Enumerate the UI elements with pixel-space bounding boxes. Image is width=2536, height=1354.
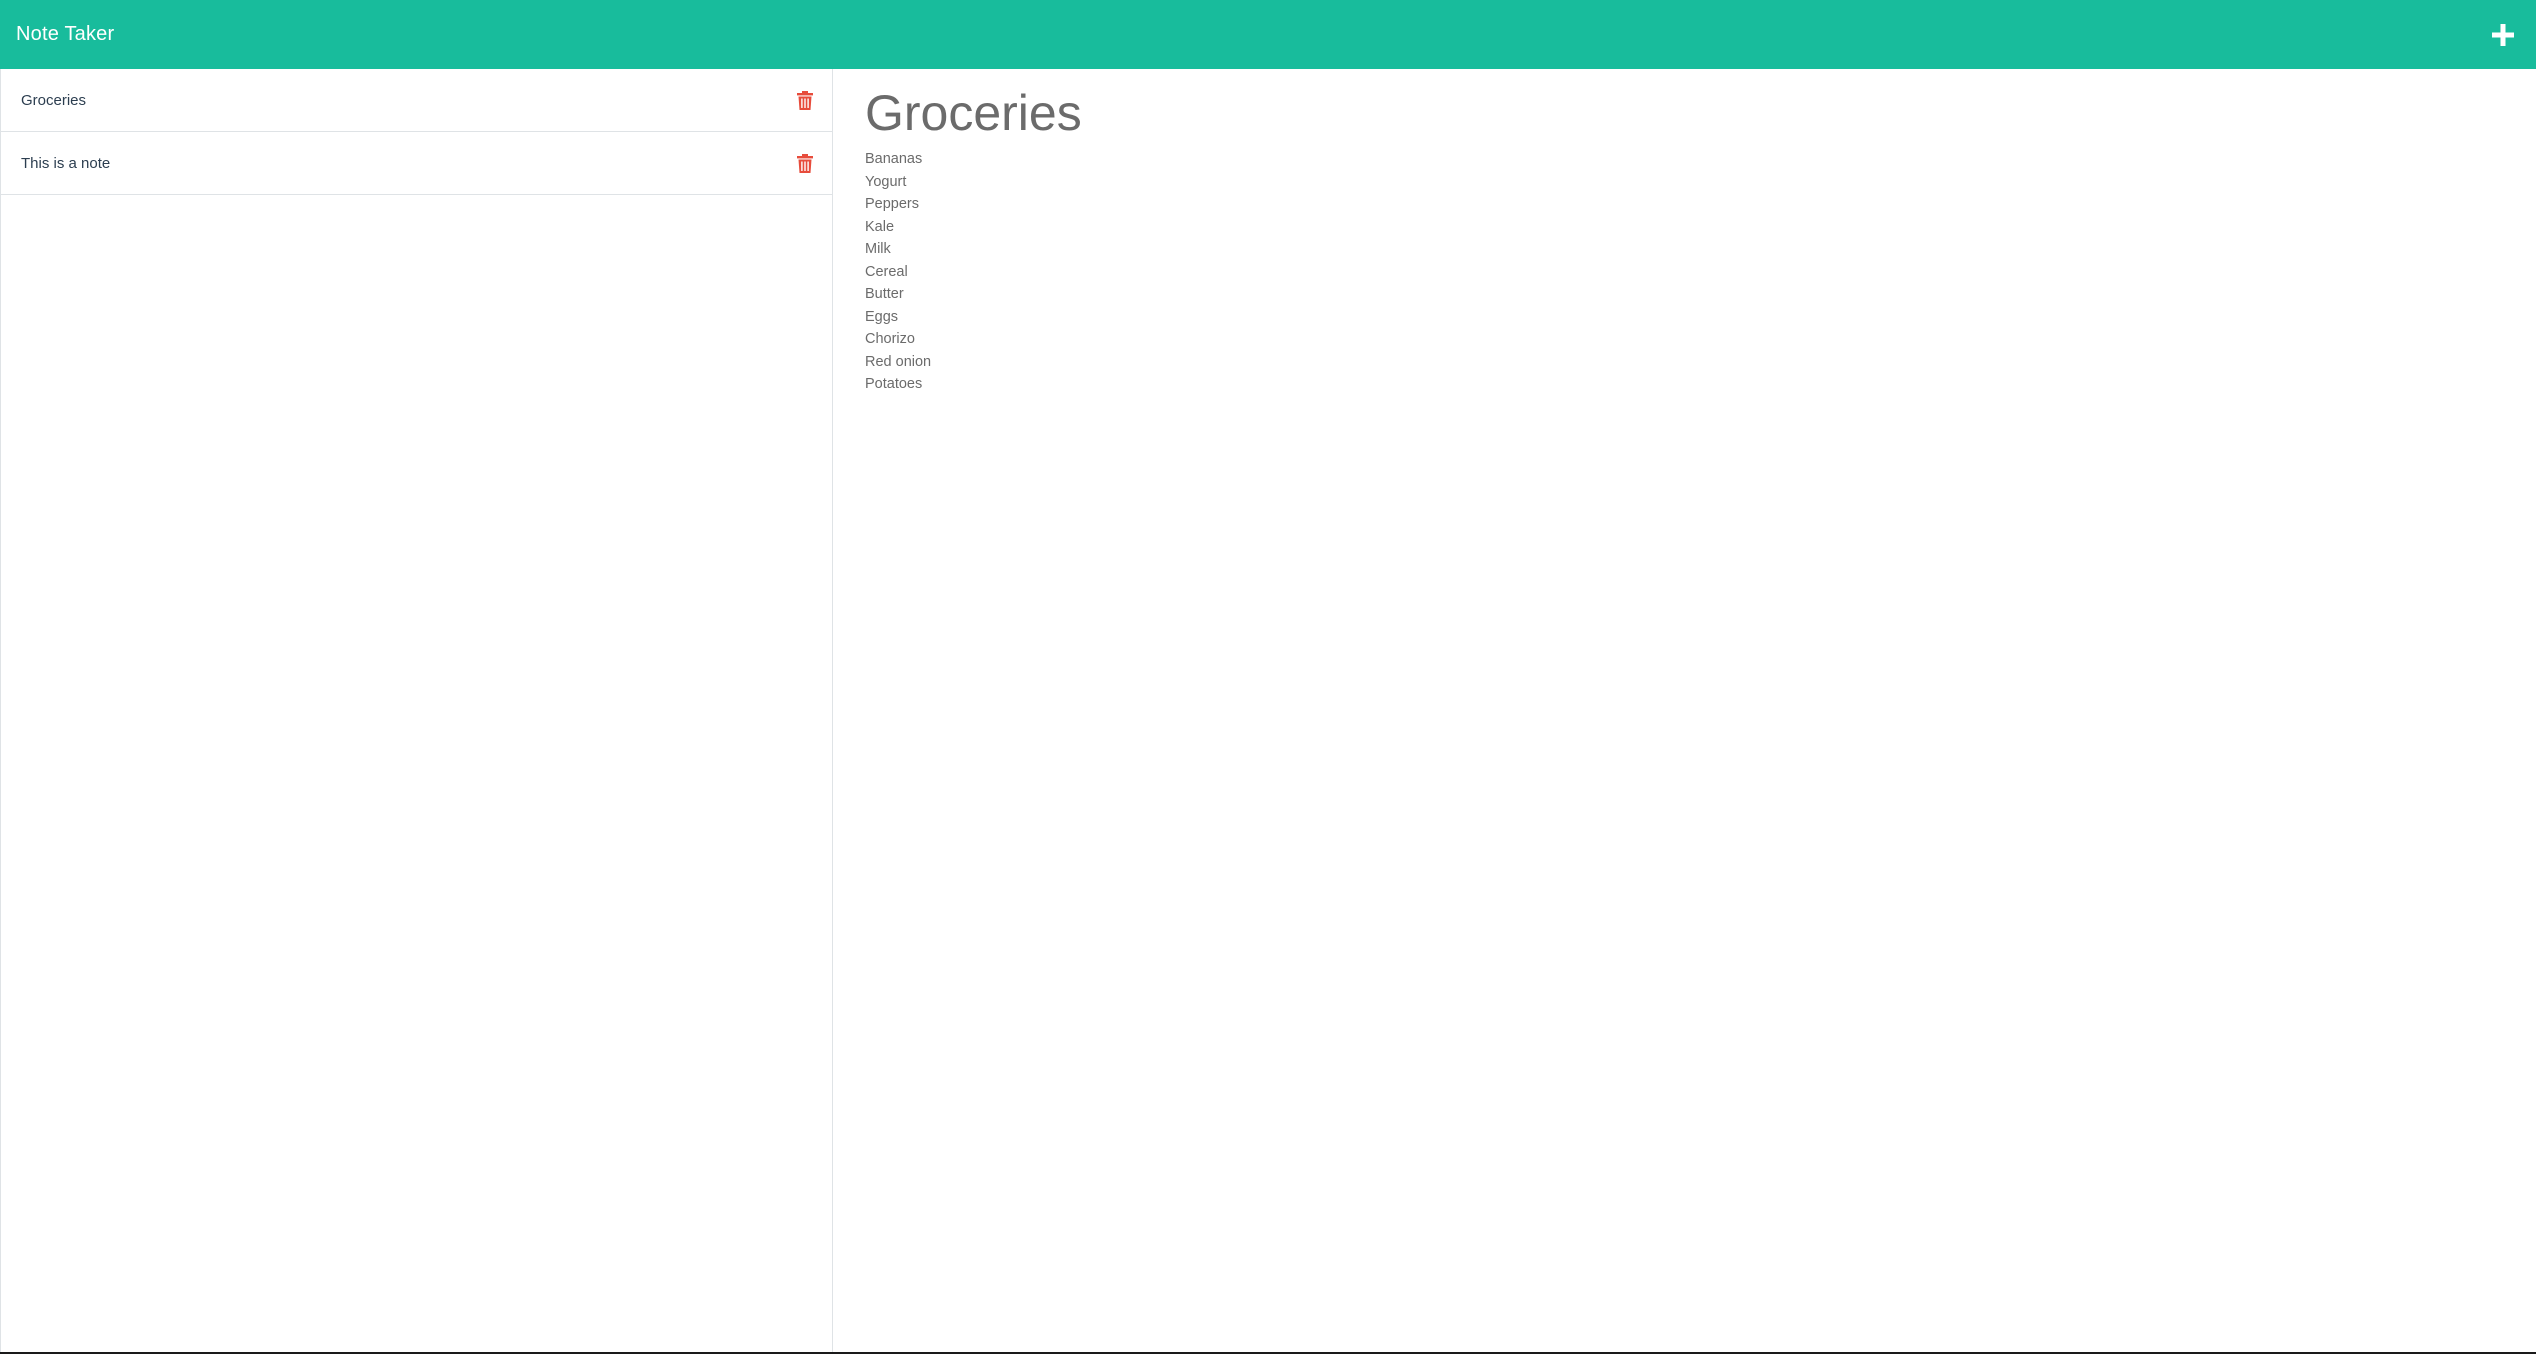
note-line: Bananas (865, 151, 923, 167)
note-line: Kale (865, 218, 895, 235)
note-list: Groceries This is a note (1, 69, 832, 195)
note-line: Potatoes (865, 376, 923, 392)
trash-icon (797, 90, 813, 110)
note-title: This is a note (21, 154, 111, 172)
trash-icon (797, 153, 813, 173)
top-navbar: Note Taker (0, 0, 2536, 69)
plus-icon (2492, 23, 2514, 46)
note-title: Groceries (21, 91, 87, 109)
app-title[interactable]: Note Taker (16, 23, 114, 46)
note-editor[interactable]: Groceries Bananas Yogurt Peppers Kale Mi… (865, 69, 2505, 1339)
new-note-button[interactable] (2486, 18, 2520, 52)
list-item[interactable]: Groceries (1, 69, 832, 132)
note-title-input[interactable]: Groceries (865, 78, 2505, 148)
notes-sidebar: Groceries This is a note (0, 69, 833, 1354)
note-line: Yogurt (865, 173, 907, 190)
note-line: Cereal (865, 263, 908, 280)
note-line: Eggs (865, 308, 899, 325)
note-text-area[interactable]: Bananas Yogurt Peppers Kale Milk Cereal … (865, 148, 2505, 396)
note-line: Milk (865, 241, 891, 257)
delete-note-button[interactable] (796, 90, 814, 110)
list-item[interactable]: This is a note (1, 132, 832, 195)
note-line: Butter (865, 286, 904, 302)
note-line: Chorizo (865, 331, 915, 347)
note-line: Red onion (865, 353, 932, 370)
note-line: Peppers (865, 196, 920, 212)
delete-note-button[interactable] (796, 153, 814, 173)
